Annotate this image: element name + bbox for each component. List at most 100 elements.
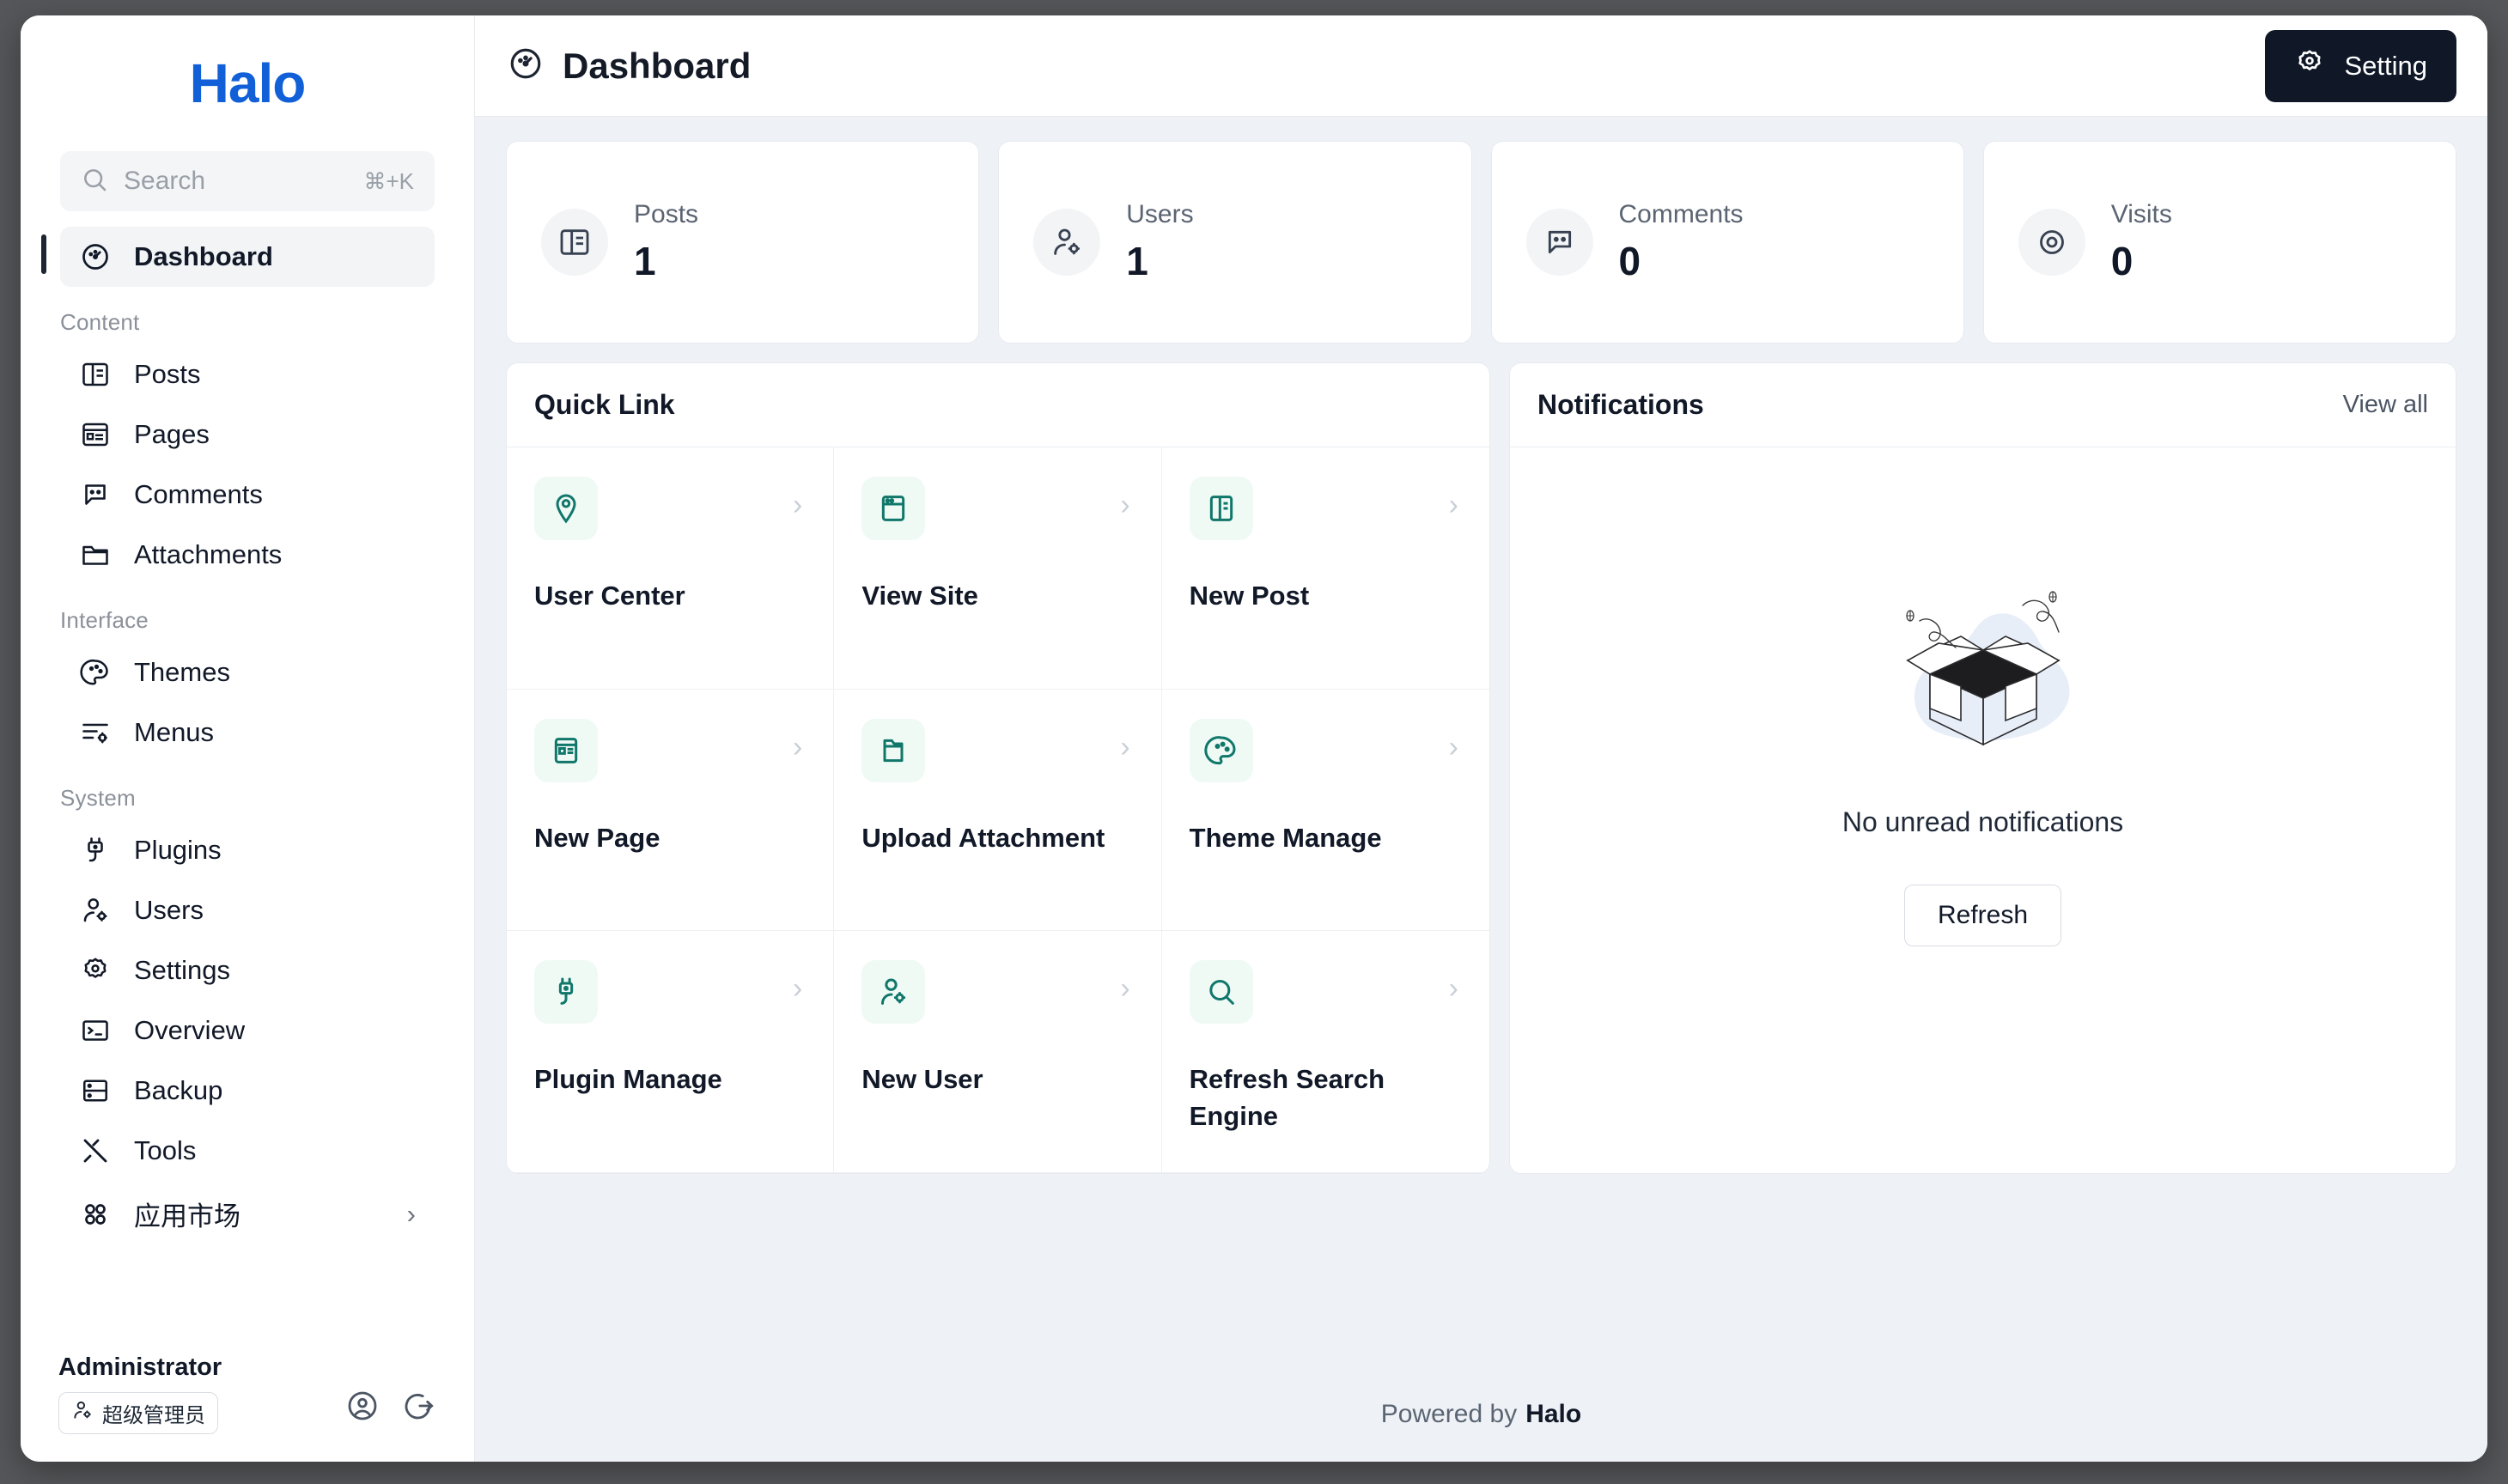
search-shortcut: ⌘+K [363,167,414,194]
sidebar-item-label: Comments [134,479,263,509]
user-name: Administrator [58,1353,222,1381]
stat-card-comments[interactable]: Comments 0 [1490,141,1964,344]
search-icon [1189,960,1253,1025]
notifications-title: Notifications [1537,389,1704,420]
stat-value: 0 [1618,239,1641,283]
quick-link-title: Quick Link [534,389,675,420]
sidebar-item-menus[interactable]: Menus [60,702,435,763]
sidebar-item-comments[interactable]: Comments [60,465,435,525]
quick-link-label: User Center [534,581,685,611]
quick-link-new-page[interactable]: › New Page [507,689,835,932]
chevron-right-icon: › [406,1198,416,1229]
sidebar-item-tools[interactable]: Tools [60,1121,435,1181]
quick-link-upload-attachment[interactable]: › Upload Attachment [834,689,1162,932]
quick-link-theme-manage[interactable]: › Theme Manage [1161,690,1489,932]
sidebar-item-app-market[interactable]: 应用市场 › [60,1181,435,1247]
quick-link-user-center[interactable]: › User Center [507,447,835,690]
search-input[interactable]: Search ⌘+K [60,151,435,211]
footer-actions [345,1389,436,1434]
sidebar-item-users[interactable]: Users [60,880,435,940]
chevron-right-icon: › [793,489,803,521]
stat-value: 0 [2110,239,2134,283]
quick-link-view-site[interactable]: › View Site [834,447,1162,690]
role-badge-label: 超级管理员 [102,1404,205,1427]
chevron-right-icon: › [793,972,803,1006]
brand-logo[interactable]: Halo [21,15,474,151]
search-placeholder: Search [124,167,206,195]
sidebar-item-themes[interactable]: Themes [60,642,435,702]
quick-link-label: New Page [534,822,660,853]
chevron-right-icon: › [1448,489,1458,521]
eye-icon [2018,209,2085,276]
top-bar: Dashboard Setting [475,15,2487,117]
pages-article-icon [79,418,112,451]
refresh-button[interactable]: Refresh [1903,885,2062,946]
quick-link-panel: Quick Link › User Center › View Site › N… [506,362,1490,1174]
quick-link-new-post[interactable]: › New Post [1161,447,1489,690]
sidebar-footer: Administrator 超级管理员 [21,1331,474,1462]
sidebar-item-label: Dashboard [134,241,273,271]
notifications-empty-state: No unread notifications Refresh [1510,447,2456,1173]
stat-label: Posts [634,200,699,228]
user-pin-icon [534,477,598,540]
notifications-header: Notifications View all [1510,363,2456,447]
sidebar-section-system: System [60,785,136,811]
plug-icon [534,960,598,1025]
app-window: Halo Search ⌘+K Dashboard Content Posts … [21,15,2487,1462]
quick-link-label: Refresh Search Engine [1189,1064,1385,1132]
sidebar-item-label: Backup [134,1075,223,1105]
palette-icon [1189,718,1253,782]
sidebar-item-attachments[interactable]: Attachments [60,525,435,585]
logout-icon[interactable] [402,1389,436,1427]
sidebar-item-overview[interactable]: Overview [60,1000,435,1061]
sidebar-item-settings[interactable]: Settings [60,940,435,1000]
comment-bubble-icon [1525,209,1593,276]
sidebar-item-backup[interactable]: Backup [60,1061,435,1121]
sidebar-item-label: Plugins [134,835,222,865]
desktop-backdrop: Halo Search ⌘+K Dashboard Content Posts … [0,0,2508,1484]
sidebar-item-plugins[interactable]: Plugins [60,820,435,880]
dashboard-gauge-icon [508,46,544,86]
dashboard-content: Posts 1 Users 1 Comments 0 Visits 0 Quic… [475,117,2487,1367]
sidebar: Halo Search ⌘+K Dashboard Content Posts … [21,15,475,1462]
user-settings-icon [79,894,112,927]
posts-layout-icon [79,358,112,391]
setting-button[interactable]: Setting [2265,29,2456,102]
stats-row: Posts 1 Users 1 Comments 0 Visits 0 [506,141,2456,344]
sidebar-item-pages[interactable]: Pages [60,404,435,465]
stat-card-users[interactable]: Users 1 [998,141,1472,344]
view-all-link[interactable]: View all [2343,391,2428,419]
sidebar-item-dashboard[interactable]: Dashboard [41,227,435,287]
empty-state-text: No unread notifications [1841,806,2124,837]
menu-settings-icon [79,716,112,749]
quick-link-header: Quick Link [507,363,1489,447]
search-icon [81,166,108,198]
stat-card-visits[interactable]: Visits 0 [1982,141,2456,344]
quick-link-refresh-search-engine[interactable]: › Refresh Search Engine [1161,931,1489,1173]
sidebar-item-label: Attachments [134,539,283,569]
panels-row: Quick Link › User Center › View Site › N… [506,362,2456,1174]
sidebar-item-label: Posts [134,359,201,389]
quick-link-label: Upload Attachment [861,822,1105,853]
powered-by-text: Powered by [1380,1400,1518,1428]
empty-box-illustration [1863,571,2103,777]
user-settings-icon [861,960,926,1025]
chevron-right-icon: › [1120,489,1130,521]
user-circle-icon[interactable] [345,1389,380,1427]
stat-label: Comments [1618,200,1744,228]
sidebar-item-label: Overview [134,1015,246,1045]
gear-icon [2294,47,2325,85]
sidebar-item-posts[interactable]: Posts [60,344,435,404]
sidebar-item-label: Pages [134,419,210,449]
quick-link-plugin-manage[interactable]: › Plugin Manage [507,931,835,1173]
notifications-panel: Notifications View all No unread notific… [1509,362,2456,1174]
sidebar-item-label: Users [134,895,204,925]
chevron-right-icon: › [1448,972,1458,1006]
stat-card-posts[interactable]: Posts 1 [506,141,980,344]
sidebar-section-content: Content [60,309,140,335]
gear-icon [79,954,112,987]
quick-link-new-user[interactable]: › New User [834,931,1162,1173]
palette-icon [79,656,112,689]
sidebar-item-label: Settings [134,955,231,985]
user-settings-icon [71,1399,94,1427]
